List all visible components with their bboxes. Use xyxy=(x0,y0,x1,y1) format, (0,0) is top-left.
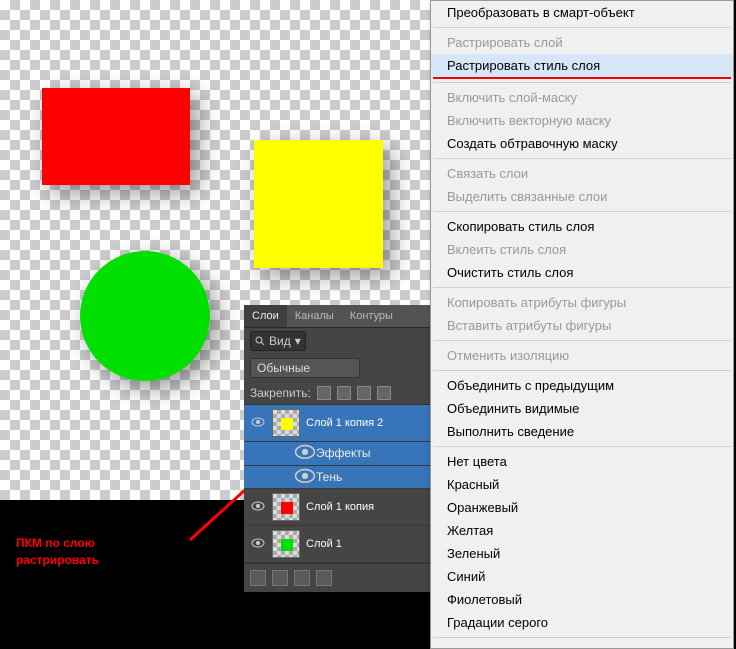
visibility-eye-icon[interactable] xyxy=(244,416,272,430)
annotation-text: ПКМ по слою растрировать xyxy=(16,535,99,569)
menu-highlight-underline xyxy=(433,77,731,79)
layer-filter-dropdown[interactable]: Вид ▾ xyxy=(250,331,306,351)
layer-effect-row[interactable]: Эффекты xyxy=(244,442,430,466)
layer-name: Слой 1 копия xyxy=(306,501,374,513)
tab-paths[interactable]: Контуры xyxy=(342,305,401,327)
menu-item: Включить слой-маску xyxy=(431,86,733,109)
layer-list: Слой 1 копия 2 Эффекты Тень Слой 1 копия Сло… xyxy=(244,405,430,563)
chevron-down-icon: ▾ xyxy=(295,334,301,348)
blend-mode-value: Обычные xyxy=(257,361,310,375)
menu-item[interactable]: Преобразовать в смарт-объект xyxy=(431,1,733,24)
layer-thumbnail[interactable] xyxy=(272,530,300,558)
menu-separator xyxy=(433,211,731,212)
layer-row[interactable]: Слой 1 xyxy=(244,526,430,563)
layer-mask-icon[interactable] xyxy=(294,570,310,586)
menu-separator xyxy=(433,82,731,83)
menu-item: Связать слои xyxy=(431,162,733,185)
layer-thumbnail[interactable] xyxy=(272,409,300,437)
effect-label: Эффекты xyxy=(316,446,371,460)
visibility-eye-icon[interactable] xyxy=(294,444,316,463)
menu-item: Отменить изоляцию xyxy=(431,344,733,367)
menu-item[interactable]: Нет цвета xyxy=(431,450,733,473)
annotation-line-1: ПКМ по слою xyxy=(16,535,99,552)
menu-item: Вставить атрибуты фигуры xyxy=(431,314,733,337)
layer-filter-row: Вид ▾ xyxy=(244,328,430,355)
menu-item[interactable]: Растрировать стиль слоя xyxy=(431,54,733,77)
menu-separator xyxy=(433,446,731,447)
tab-channels[interactable]: Каналы xyxy=(287,305,342,327)
menu-item: Растрировать слой xyxy=(431,31,733,54)
layer-filter-label: Вид xyxy=(269,334,291,348)
lock-transparency-icon[interactable] xyxy=(317,386,331,400)
menu-item[interactable]: Почтовая открытка xyxy=(431,641,733,649)
menu-item[interactable]: Синий xyxy=(431,565,733,588)
menu-item[interactable]: Создать обтравочную маску xyxy=(431,132,733,155)
menu-item[interactable]: Объединить с предыдущим xyxy=(431,374,733,397)
lock-icons xyxy=(317,386,391,400)
panel-tabs: Слои Каналы Контуры xyxy=(244,305,430,328)
link-layers-icon[interactable] xyxy=(250,570,266,586)
menu-item[interactable]: Красный xyxy=(431,473,733,496)
layers-panel: Слои Каналы Контуры Вид ▾ Обычные Закреп… xyxy=(244,305,430,592)
menu-separator xyxy=(433,370,731,371)
search-icon xyxy=(255,336,265,346)
menu-item: Копировать атрибуты фигуры xyxy=(431,291,733,314)
menu-item[interactable]: Фиолетовый xyxy=(431,588,733,611)
menu-separator xyxy=(433,340,731,341)
menu-item[interactable]: Градации серого xyxy=(431,611,733,634)
red-rect-shape xyxy=(42,88,190,185)
green-circle-shape xyxy=(80,251,210,381)
layer-effect-row[interactable]: Тень xyxy=(244,466,430,490)
visibility-eye-icon[interactable] xyxy=(244,500,272,514)
layer-row[interactable]: Слой 1 копия xyxy=(244,489,430,526)
menu-item[interactable]: Оранжевый xyxy=(431,496,733,519)
menu-item[interactable]: Зеленый xyxy=(431,542,733,565)
lock-label: Закрепить: xyxy=(250,386,311,400)
layer-thumbnail[interactable] xyxy=(272,493,300,521)
layers-panel-bottom-bar xyxy=(244,563,430,592)
layer-style-icon[interactable] xyxy=(272,570,288,586)
menu-item[interactable]: Выполнить сведение xyxy=(431,420,733,443)
menu-item[interactable]: Желтая xyxy=(431,519,733,542)
menu-item[interactable]: Объединить видимые xyxy=(431,397,733,420)
layer-name: Слой 1 копия 2 xyxy=(306,417,383,429)
menu-separator xyxy=(433,287,731,288)
layer-row[interactable]: Слой 1 копия 2 xyxy=(244,405,430,442)
visibility-eye-icon[interactable] xyxy=(294,468,316,487)
yellow-rect-shape xyxy=(254,140,383,268)
menu-separator xyxy=(433,637,731,638)
effect-label: Тень xyxy=(316,470,342,484)
context-menu: Преобразовать в смарт-объект Растрировать… xyxy=(430,0,734,649)
lock-brush-icon[interactable] xyxy=(337,386,351,400)
tab-layers[interactable]: Слои xyxy=(244,305,287,327)
annotation-line-2: растрировать xyxy=(16,552,99,569)
menu-item[interactable]: Скопировать стиль слоя xyxy=(431,215,733,238)
layer-name: Слой 1 xyxy=(306,538,342,550)
menu-separator xyxy=(433,27,731,28)
blend-mode-dropdown[interactable]: Обычные xyxy=(250,358,360,378)
lock-position-icon[interactable] xyxy=(357,386,371,400)
menu-item: Вклеить стиль слоя xyxy=(431,238,733,261)
blend-mode-row: Обычные xyxy=(244,355,430,382)
menu-item: Выделить связанные слои xyxy=(431,185,733,208)
visibility-eye-icon[interactable] xyxy=(244,537,272,551)
menu-item: Включить векторную маску xyxy=(431,109,733,132)
lock-all-icon[interactable] xyxy=(377,386,391,400)
adjustment-layer-icon[interactable] xyxy=(316,570,332,586)
menu-separator xyxy=(433,158,731,159)
menu-item[interactable]: Очистить стиль слоя xyxy=(431,261,733,284)
lock-row: Закрепить: xyxy=(244,382,430,405)
